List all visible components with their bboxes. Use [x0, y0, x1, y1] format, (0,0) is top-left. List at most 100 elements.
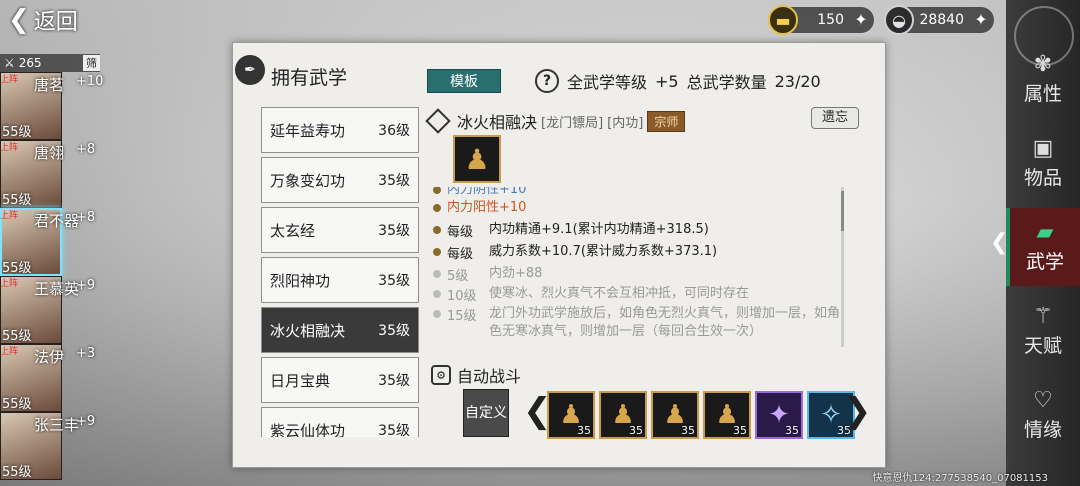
- effect-row: 内力阳性+10: [433, 199, 843, 217]
- hero-card[interactable]: 上阵 王慕英 +9 55级: [0, 276, 110, 344]
- skill-detail: 冰火相融决 [龙门镖局] [内功] 宗师 遗忘 ♟ 内力阴性+10 内力阳性+1…: [425, 107, 872, 447]
- add-gold-icon[interactable]: ✦: [852, 11, 870, 29]
- skill-item[interactable]: 烈阳神功 35级: [261, 257, 419, 303]
- hero-level: 55级: [2, 465, 32, 480]
- onstage-tag: 上阵: [0, 211, 19, 221]
- roster-count: 265: [18, 56, 42, 70]
- panel-title: 拥有武学: [271, 67, 348, 89]
- nav-attribute[interactable]: ✾ 属性: [1006, 40, 1080, 118]
- auto-battle-label: 自动战斗: [457, 367, 522, 386]
- skill-list[interactable]: 延年益寿功 36级 万象变幻功 35级 太玄经 35级 烈阳神功 35级 冰火相…: [261, 107, 419, 437]
- help-icon[interactable]: ?: [535, 69, 559, 93]
- roster-sword-icon: ⚔: [4, 56, 15, 70]
- skill-slot[interactable]: ♟ 35: [599, 391, 647, 439]
- detail-type: [内功]: [607, 115, 644, 131]
- scrollbar-thumb[interactable]: [841, 191, 844, 231]
- hero-card[interactable]: 张三丰 +9 55级: [0, 412, 110, 480]
- hero-card[interactable]: 上阵 法伊 +3 55级: [0, 344, 110, 412]
- bullet-icon: [433, 204, 441, 212]
- back-arrow-icon: ❮: [8, 5, 30, 35]
- gold-currency: ▬ 150 ✦: [768, 5, 874, 35]
- skill-level: 35级: [378, 423, 410, 437]
- build-id: 快意恩仇124:277538540_07081153: [872, 473, 1048, 484]
- detail-skill-name: 冰火相融决: [457, 113, 538, 132]
- skill-name: 延年益寿功: [270, 121, 346, 140]
- nav-label: 情缘: [1023, 419, 1062, 441]
- hero-level: 55级: [2, 261, 32, 276]
- hero-level: 55级: [2, 125, 32, 140]
- effect-row: 内力阴性+10: [433, 187, 843, 199]
- effect-row: 10级 使寒冰、烈火真气不会互相冲抵，可同时存在: [433, 285, 843, 304]
- effect-key: 10级: [447, 289, 477, 304]
- silver-ingot-icon: ◒: [884, 5, 914, 35]
- hero-name: 君不器: [34, 212, 80, 230]
- hero-name: 王慕英: [34, 280, 80, 298]
- effect-key: 每级: [447, 247, 474, 262]
- nav-label: 属性: [1023, 83, 1062, 105]
- nav-relationship[interactable]: ♡ 情缘: [1006, 376, 1080, 454]
- skill-item[interactable]: 延年益寿功 36级: [261, 107, 419, 153]
- hero-card[interactable]: 上阵 唐翎 +8 55级: [0, 140, 110, 208]
- nav-pointer-icon: ❮: [990, 230, 1009, 255]
- custom-button[interactable]: 自定义: [463, 389, 509, 437]
- diamond-icon: [425, 108, 451, 134]
- skill-name: 万象变幻功: [270, 171, 346, 190]
- detail-title: 冰火相融决 [龙门镖局] [内功] 宗师: [425, 108, 686, 134]
- nav-label: 天赋: [1023, 335, 1062, 357]
- hero-card-selected[interactable]: 上阵 君不器 +8 55级: [0, 208, 110, 276]
- hero-name: 唐翎: [34, 144, 65, 162]
- filter-button[interactable]: 筛: [83, 55, 100, 71]
- silver-value: 28840: [919, 12, 964, 28]
- nav-item[interactable]: ▣ 物品: [1006, 124, 1080, 202]
- skill-level: 36级: [378, 123, 410, 139]
- effect-row: 15级 龙门外功武学施放后，如角色无烈火真气，则增加一层，如角色无寒冰真气，则增…: [433, 305, 843, 341]
- effect-key: 5级: [447, 269, 469, 284]
- effects-scrollbar[interactable]: [841, 187, 844, 347]
- skill-item-selected[interactable]: 冰火相融决 35级: [261, 307, 419, 353]
- gold-value: 150: [817, 12, 844, 28]
- skill-slot[interactable]: ♟ 35: [651, 391, 699, 439]
- hero-name: 唐茗: [34, 76, 65, 94]
- forget-button[interactable]: 遗忘: [811, 107, 859, 129]
- auto-battle-slots: ♟ 35 ♟ 35 ♟ 35 ♟ 35 ✦ 35 ✧ 35: [547, 391, 855, 439]
- bullet-icon: [433, 248, 441, 256]
- skill-level: 35级: [378, 323, 410, 339]
- bullet-icon: [433, 187, 441, 194]
- hero-level: 55级: [2, 193, 32, 208]
- right-nav: ✾ 属性 ▣ 物品 ▰ 武学 ⚚ 天赋 ♡ 情缘: [1006, 0, 1080, 486]
- skill-item[interactable]: 太玄经 35级: [261, 207, 419, 253]
- slot-level: 35: [577, 424, 591, 437]
- chevron-right-icon[interactable]: ❯: [843, 391, 872, 431]
- back-button[interactable]: ❮ 返回: [8, 4, 78, 36]
- total-count-value: 23/20: [774, 71, 821, 91]
- skill-level: 35级: [378, 173, 410, 189]
- skill-stats: ? 全武学等级 +5 总武学数量 23/20: [535, 69, 821, 93]
- nav-label: 武学: [1025, 251, 1064, 273]
- silver-currency: ◒ 28840 ✦: [884, 5, 994, 35]
- auto-battle-icon: ⚙: [431, 365, 451, 385]
- hero-bonus: +9: [76, 414, 96, 429]
- nav-talent[interactable]: ⚚ 天赋: [1006, 292, 1080, 370]
- back-label: 返回: [33, 10, 78, 35]
- skill-slot[interactable]: ✦ 35: [755, 391, 803, 439]
- skill-item[interactable]: 万象变幻功 35级: [261, 157, 419, 203]
- skill-item[interactable]: 紫云仙体功 35级: [261, 407, 419, 437]
- add-silver-icon[interactable]: ✦: [972, 11, 990, 29]
- skill-level: 35级: [378, 273, 410, 289]
- hero-name: 法伊: [34, 348, 65, 366]
- skill-slot[interactable]: ♟ 35: [547, 391, 595, 439]
- hero-bonus: +10: [76, 74, 104, 89]
- effects-list[interactable]: 内力阴性+10 内力阳性+10 每级 内功精通+9.1(累计内功精通+318.5…: [433, 187, 843, 347]
- effect-text: 龙门外功武学施放后，如角色无烈火真气，则增加一层，如角色无寒冰真气，则增加一层（…: [489, 306, 841, 339]
- skill-item[interactable]: 日月宝典 35级: [261, 357, 419, 403]
- onstage-tag: 上阵: [0, 143, 19, 153]
- slot-level: 35: [629, 424, 643, 437]
- martial-arts-panel: ✒ 拥有武学 模板 ? 全武学等级 +5 总武学数量 23/20 延年益寿功 3…: [232, 42, 886, 468]
- template-button[interactable]: 模板: [427, 69, 501, 93]
- effect-text: 内力阴性+10: [447, 187, 527, 197]
- hero-card[interactable]: 上阵 唐茗 +10 55级: [0, 72, 110, 140]
- skill-slot[interactable]: ♟ 35: [703, 391, 751, 439]
- gold-ingot-icon: ▬: [768, 5, 798, 35]
- rank-badge: 宗师: [647, 110, 686, 132]
- nav-martial-arts[interactable]: ▰ 武学: [1006, 208, 1080, 286]
